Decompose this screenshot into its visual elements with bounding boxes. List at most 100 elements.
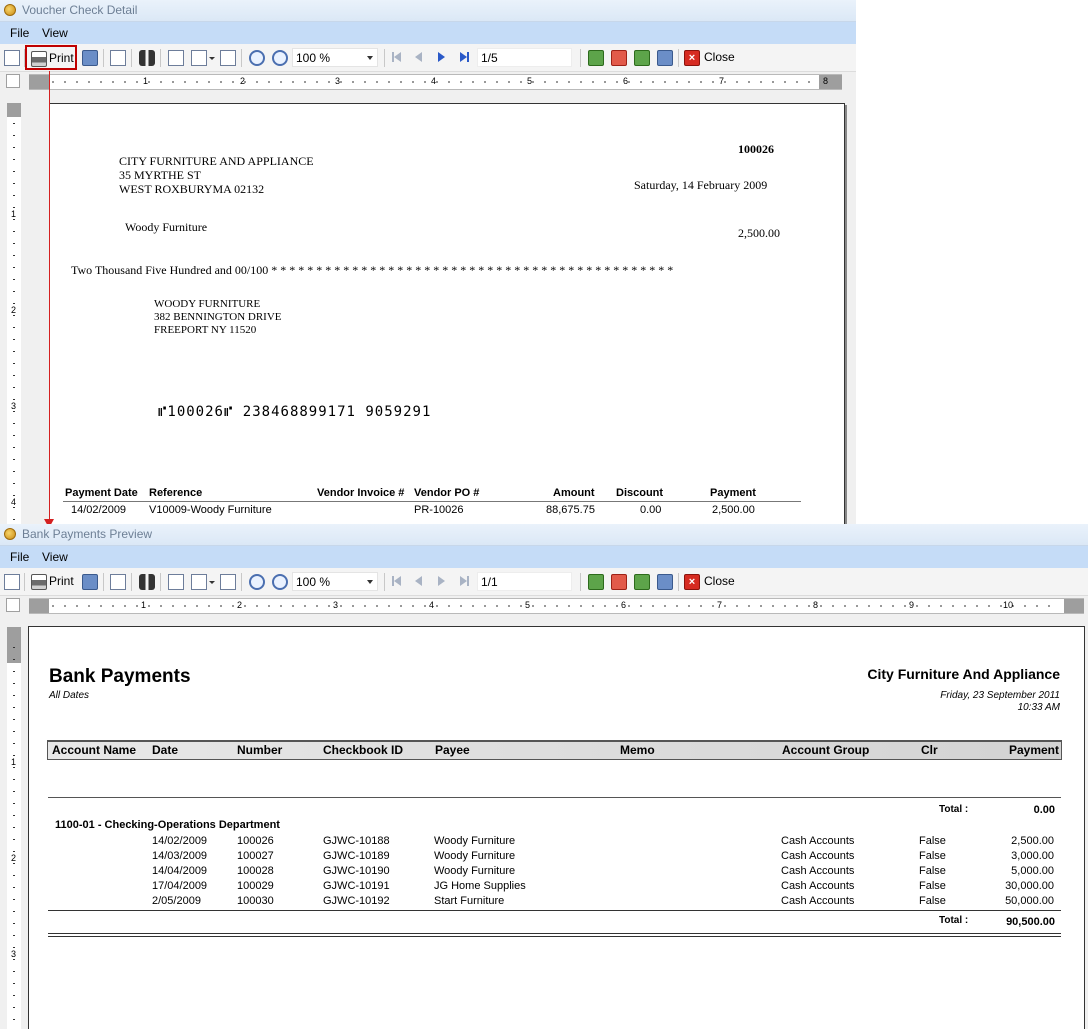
ruler-tick [13, 839, 15, 840]
cell-group: Cash Accounts [781, 880, 855, 892]
report-company: City Furniture And Appliance [867, 666, 1060, 682]
address-line: FREEPORT NY 11520 [154, 324, 257, 336]
address-line: WOODY FURNITURE [154, 298, 261, 310]
check-amount: 2,500.00 [738, 226, 780, 240]
ruler-tick [13, 887, 15, 888]
close-label: Close [704, 574, 735, 588]
header-number: Number [237, 743, 283, 757]
page-indicator[interactable]: 1/5 [477, 48, 572, 67]
export-word-icon[interactable] [657, 50, 673, 66]
page-indicator[interactable]: 1/1 [477, 572, 572, 591]
report-title: Bank Payments [49, 666, 191, 687]
total-divider [48, 910, 1061, 911]
ruler-tick [13, 123, 15, 124]
bank-titlebar[interactable]: Bank Payments Preview [0, 524, 1088, 546]
print-button[interactable]: Print [25, 45, 77, 70]
zoom-select[interactable]: 100 % [292, 572, 378, 591]
export-word-icon[interactable] [657, 574, 673, 590]
cell-payment: 2,500.00 [1011, 835, 1054, 847]
quick-print-icon[interactable] [82, 50, 98, 66]
find-icon[interactable] [139, 574, 155, 590]
ruler-tick [13, 291, 15, 292]
ruler-number: 1 [143, 76, 149, 86]
ruler-tick [13, 743, 15, 744]
multi-page-dropdown-icon[interactable] [209, 581, 215, 584]
close-label: Close [704, 50, 735, 64]
app-icon [4, 4, 16, 16]
menu-file[interactable]: File [10, 550, 29, 564]
copy-icon[interactable] [110, 574, 126, 590]
ruler-tick [13, 471, 15, 472]
ruler-number: 5 [525, 600, 531, 610]
ruler-tick [13, 519, 15, 520]
ruler-number: 8 [813, 600, 819, 610]
header-payment-date: Payment Date [65, 487, 138, 499]
cell-payment: 5,000.00 [1011, 865, 1054, 877]
zoom-select[interactable]: 100 % [292, 48, 378, 67]
cell-payee: Woody Furniture [434, 850, 516, 862]
table-row: 14/02/2009 100026 GJWC-10188 Woody Furni… [29, 835, 1084, 850]
cell-number: 100026 [237, 835, 274, 847]
ruler-tick [13, 375, 15, 376]
address-line: 382 BENNINGTON DRIVE [154, 311, 282, 323]
export-excel-icon[interactable] [588, 574, 604, 590]
printer-icon [31, 51, 47, 67]
ruler-tick [13, 279, 15, 280]
company-line: WEST ROXBURYMA 02132 [119, 182, 265, 196]
report-subtitle: All Dates [49, 690, 90, 701]
export-csv-icon[interactable] [634, 50, 650, 66]
document-map-icon[interactable] [4, 574, 20, 590]
ruler-tick [13, 731, 15, 732]
quick-print-icon[interactable] [82, 574, 98, 590]
row-payment-date: 14/02/2009 [71, 504, 127, 516]
voucher-titlebar[interactable]: Voucher Check Detail [0, 0, 856, 22]
ruler-number: 4 [429, 600, 435, 610]
multi-page-icon[interactable] [191, 50, 207, 66]
window-title: Bank Payments Preview [22, 527, 153, 541]
multi-page-icon[interactable] [191, 574, 207, 590]
ruler-ticks [52, 605, 1050, 607]
continuous-icon[interactable] [220, 574, 236, 590]
export-excel-icon[interactable] [588, 50, 604, 66]
cell-clr: False [919, 895, 946, 907]
document-map-icon[interactable] [4, 50, 20, 66]
zoom-out-icon[interactable] [249, 574, 265, 590]
copy-icon[interactable] [110, 50, 126, 66]
total-label: Total : [939, 915, 969, 926]
ruler-tick [13, 1007, 15, 1008]
multi-page-dropdown-icon[interactable] [209, 57, 215, 60]
continuous-icon[interactable] [220, 50, 236, 66]
zoom-in-icon[interactable] [272, 574, 288, 590]
ruler-tick [13, 219, 15, 220]
cell-clr: False [919, 850, 946, 862]
ruler-number: 3 [11, 401, 17, 411]
zoom-in-icon[interactable] [272, 50, 288, 66]
window-title: Voucher Check Detail [22, 3, 138, 17]
cell-checkbook: GJWC-10190 [323, 865, 390, 877]
row-amount: 88,675.75 [546, 504, 595, 516]
ruler-number: 2 [11, 305, 17, 315]
menu-file[interactable]: File [10, 26, 29, 40]
header-payment: Payment [1008, 743, 1059, 757]
find-icon[interactable] [139, 50, 155, 66]
print-button[interactable]: Print [27, 571, 75, 592]
single-page-icon[interactable] [168, 50, 184, 66]
voucher-check-window: Voucher Check Detail File View Print 100… [0, 0, 856, 524]
ruler-tick [13, 195, 15, 196]
menu-view[interactable]: View [42, 26, 68, 40]
page-value: 1/5 [481, 51, 498, 65]
export-csv-icon[interactable] [634, 574, 650, 590]
cell-date: 2/05/2009 [152, 895, 201, 907]
single-page-icon[interactable] [168, 574, 184, 590]
ruler-tick [13, 423, 15, 424]
ruler-tick [13, 695, 15, 696]
ruler-tick [13, 911, 15, 912]
header-clr: Clr [921, 743, 938, 757]
export-pdf-icon[interactable] [611, 50, 627, 66]
zoom-out-icon[interactable] [249, 50, 265, 66]
export-pdf-icon[interactable] [611, 574, 627, 590]
ruler-number: 5 [527, 76, 533, 86]
menu-view[interactable]: View [42, 550, 68, 564]
first-total-label: Total : [939, 804, 969, 815]
header-payee: Payee [435, 743, 470, 757]
